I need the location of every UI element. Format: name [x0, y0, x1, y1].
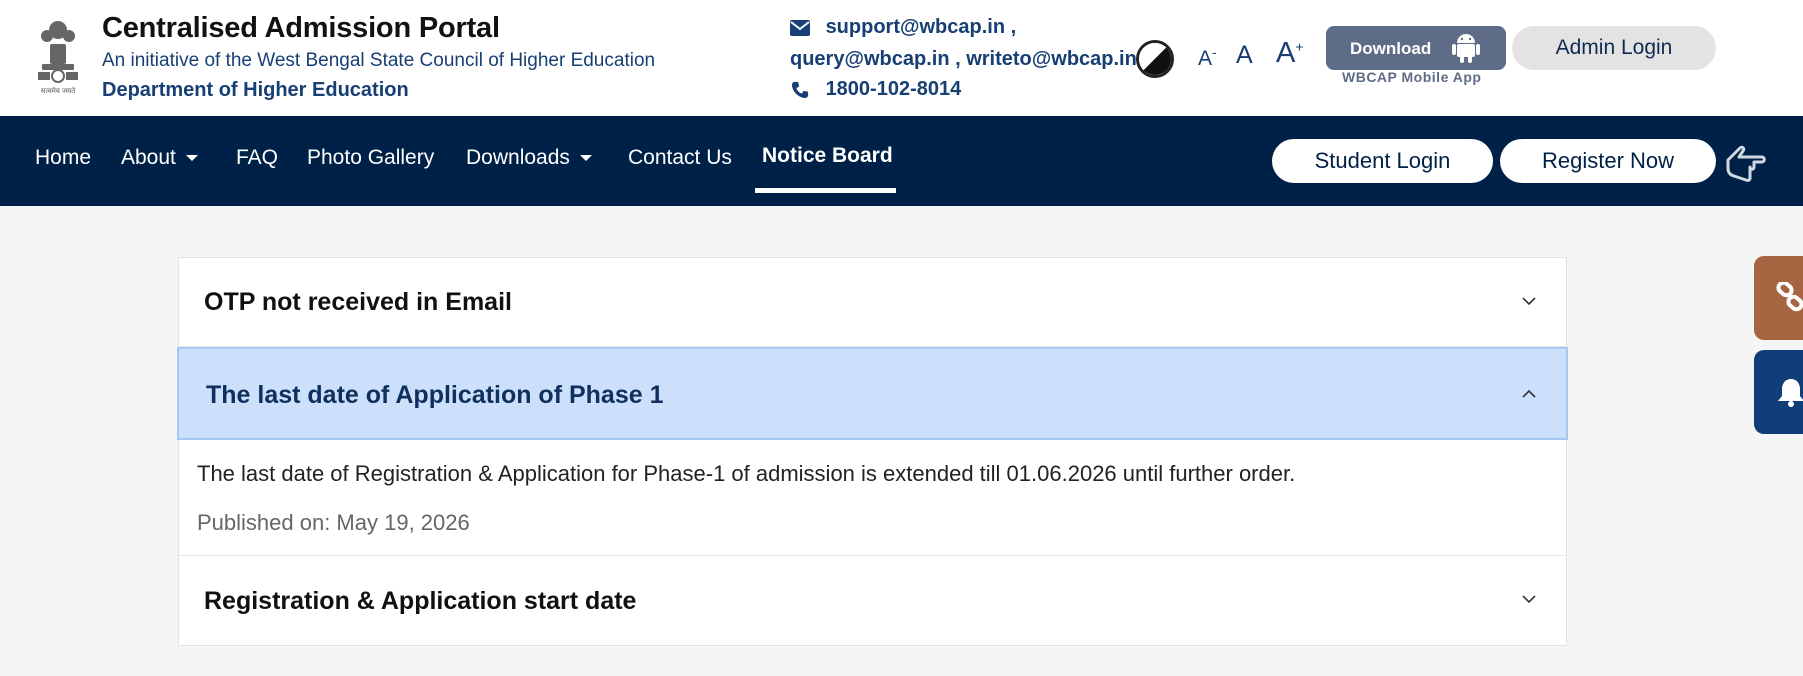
nav-photo-gallery[interactable]: Photo Gallery: [307, 146, 434, 170]
nav-contact-us[interactable]: Contact Us: [628, 146, 732, 170]
android-icon: [1452, 34, 1480, 63]
font-decrease-button[interactable]: A-: [1198, 44, 1217, 71]
main-navbar: Home About FAQ Photo Gallery Downloads C…: [0, 116, 1803, 206]
nav-faq[interactable]: FAQ: [236, 146, 278, 170]
department-name: Department of Higher Education: [102, 79, 409, 101]
download-label: Download: [1350, 39, 1432, 58]
svg-text:सत्यमेव जयते: सत्यमेव जयते: [41, 86, 76, 95]
state-emblem-icon: सत्यमेव जयते: [38, 21, 78, 95]
font-increase-button[interactable]: A+: [1276, 37, 1304, 70]
notice-title: Registration & Application start date: [204, 587, 637, 615]
nav-notice-board[interactable]: Notice Board: [762, 144, 893, 168]
notice-title: The last date of Application of Phase 1: [206, 381, 664, 409]
notice-accordion: OTP not received in Email The last date …: [177, 257, 1568, 646]
register-now-button[interactable]: Register Now: [1500, 139, 1716, 183]
contrast-toggle-button[interactable]: [1136, 40, 1174, 78]
contrast-icon: [1139, 43, 1171, 75]
student-login-button[interactable]: Student Login: [1272, 139, 1493, 183]
notice-published-date: Published on: May 19, 2026: [197, 510, 470, 535]
email-link-support[interactable]: support@wbcap.in ,: [826, 16, 1017, 38]
accordion-header-otp[interactable]: OTP not received in Email: [179, 258, 1566, 347]
phone-icon: [791, 81, 809, 98]
admin-login-button[interactable]: Admin Login: [1512, 26, 1716, 70]
nav-active-indicator: [755, 188, 896, 193]
side-quick-links-tab[interactable]: [1754, 256, 1803, 340]
chevron-down-icon: [1522, 595, 1536, 604]
notice-title: OTP not received in Email: [204, 288, 512, 316]
chevron-down-icon: [185, 155, 198, 162]
link-icon: [1776, 282, 1803, 312]
nav-home[interactable]: Home: [35, 146, 91, 170]
accordion-header-registration[interactable]: Registration & Application start date: [179, 555, 1566, 646]
chevron-down-icon: [579, 155, 592, 162]
chevron-up-icon: [1522, 389, 1536, 398]
accordion-header-phase1[interactable]: The last date of Application of Phase 1: [177, 347, 1568, 440]
portal-subtitle: An initiative of the West Bengal State C…: [102, 50, 656, 71]
chevron-down-icon: [1522, 297, 1536, 306]
notice-body: The last date of Registration & Applicat…: [197, 461, 1296, 486]
bell-icon: [1778, 379, 1803, 407]
side-notifications-tab[interactable]: [1754, 350, 1803, 434]
nav-about[interactable]: About: [121, 146, 198, 170]
email-links-query-writeto[interactable]: query@wbcap.in , writeto@wbcap.in: [790, 48, 1137, 70]
hand-pointer-icon[interactable]: [1724, 140, 1772, 184]
nav-downloads[interactable]: Downloads: [466, 146, 592, 170]
download-caption: WBCAP Mobile App: [1342, 69, 1482, 85]
font-normal-button[interactable]: A: [1236, 41, 1253, 70]
envelope-icon: [790, 19, 810, 36]
phone-number[interactable]: 1800-102-8014: [826, 78, 962, 100]
site-header: सत्यमेव जयते Centralised Admission Porta…: [0, 0, 1803, 116]
portal-title: Centralised Admission Portal: [102, 12, 500, 44]
download-app-button[interactable]: Download: [1326, 26, 1506, 70]
